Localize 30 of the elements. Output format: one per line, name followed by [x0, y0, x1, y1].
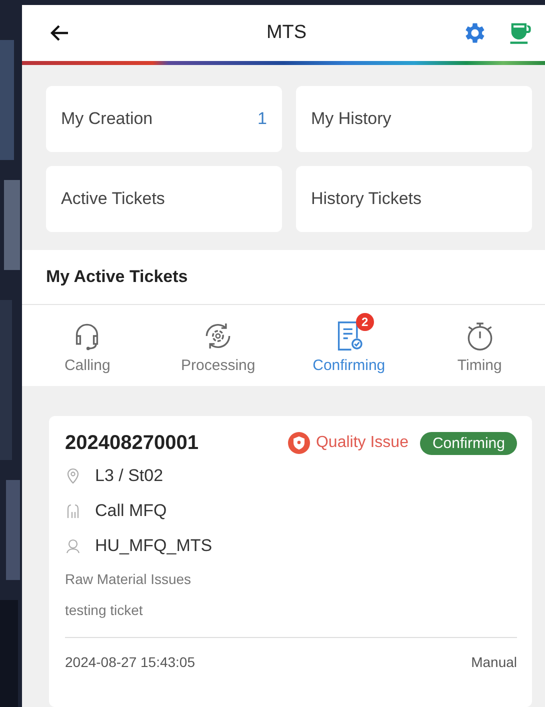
quick-link-card[interactable]: My History [296, 86, 532, 152]
ticket-mode: Manual [471, 654, 517, 670]
quick-link-label: History Tickets [311, 189, 422, 209]
quick-link-label: Active Tickets [61, 189, 165, 209]
section-title: My Active Tickets [22, 250, 545, 305]
quick-link-label: My History [311, 109, 392, 129]
ticket-location: L3 / St02 [95, 466, 164, 486]
shield-icon [288, 432, 310, 454]
ticket-category: Quality Issue [316, 434, 408, 452]
ticket-description: testing ticket [65, 600, 144, 620]
status-tab[interactable]: Calling [32, 311, 142, 374]
location-pin-icon [65, 468, 81, 484]
ticket-call: Call MFQ [95, 500, 167, 520]
ticket-assignee: HU_MFQ_MTS [95, 536, 212, 556]
quick-link-card[interactable]: Active Tickets [46, 166, 282, 232]
status-tab[interactable]: Processing [163, 311, 274, 374]
person-icon [65, 538, 81, 554]
ticket-issue: Raw Material Issues [65, 570, 192, 588]
quick-link-card[interactable]: History Tickets [296, 166, 532, 232]
ticket-card[interactable]: 202408270001 Quality Issue Confirming L3 / St02 Call MFQ HU_MFQ_MTS Raw Material Issues testing ticket 2024-08-27 15:43:05 Manual [49, 416, 532, 707]
status-tab[interactable]: 2 Confirming [294, 311, 404, 374]
quick-link-label: My Creation [61, 109, 153, 129]
ticket-number: 202408270001 [65, 432, 200, 454]
count-badge: 2 [356, 313, 374, 331]
screen-title: MTS [265, 22, 308, 44]
status-tab[interactable]: Timing [424, 311, 535, 374]
ticket-time: 2024-08-27 15:43:05 [65, 654, 195, 670]
quick-link-card[interactable]: My Creation 1 [46, 86, 282, 152]
status-badge: Confirming [420, 432, 517, 454]
quick-link-count: 1 [258, 109, 267, 129]
